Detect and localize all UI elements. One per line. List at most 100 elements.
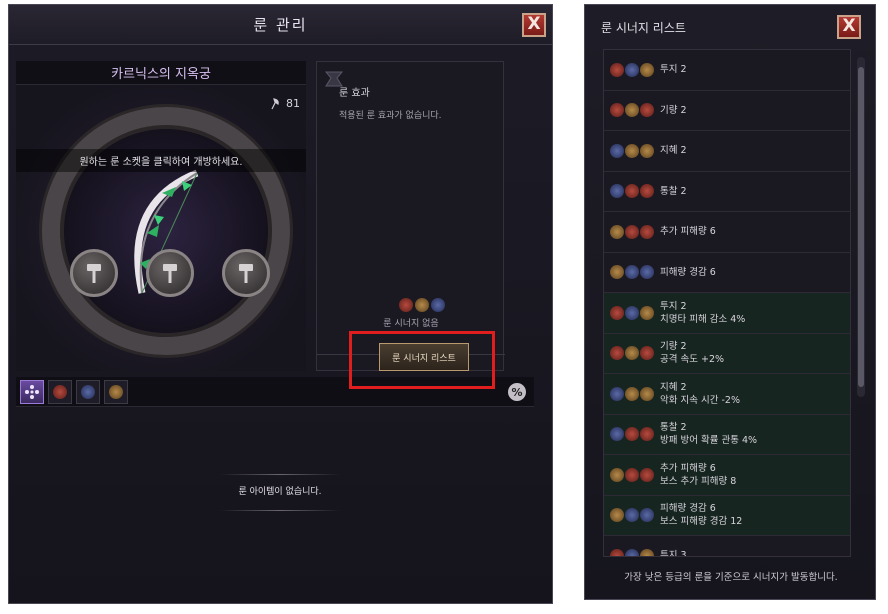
- gold-rune-icon: [625, 386, 639, 401]
- list-item[interactable]: 기량 2: [604, 90, 850, 131]
- synergy-text: 기량 2: [660, 104, 687, 117]
- rune-icons: [610, 305, 654, 320]
- list-item[interactable]: 피해량 경감 6: [604, 252, 850, 293]
- gold-rune-icon: [640, 548, 654, 556]
- blue-rune-icon: [610, 184, 624, 199]
- list-item[interactable]: 피해량 경감 6 보스 피해량 경감 12: [604, 495, 850, 536]
- blue-rune-icon: [625, 548, 639, 556]
- rune-icons: [610, 386, 654, 401]
- red-rune-icon: [610, 103, 624, 118]
- red-rune-icon: [610, 62, 624, 77]
- synergy-text: 추가 피해량 6 보스 추가 피해량 8: [660, 462, 736, 488]
- synergy-effect: 악화 지속 시간 -2%: [660, 394, 740, 406]
- synergy-name: 추가 피해량 6: [660, 462, 716, 474]
- close-button[interactable]: X: [522, 13, 546, 37]
- synergy-name: 추가 피해량 6: [660, 226, 716, 238]
- list-item[interactable]: 기량 2 공격 속도 +2%: [604, 333, 850, 374]
- scrollbar-thumb[interactable]: [858, 67, 864, 387]
- gold-rune-icon: [109, 384, 123, 399]
- no-rune-items: 룬 아이템이 없습니다.: [238, 487, 322, 497]
- gold-rune-icon: [640, 143, 654, 158]
- rune-effect-panel: 룬 효과 적용된 룬 효과가 없습니다. 룬 시너지 없음: [316, 61, 505, 371]
- red-rune-icon: [640, 103, 654, 118]
- synergy-name: 지혜 2: [660, 381, 687, 393]
- synergy-text: 통찰 2: [660, 185, 687, 198]
- hammer-icon: [163, 264, 177, 283]
- synergy-list-window: 룬 시너지 리스트 X 투지 2 기량 2 지혜 2 통찰 2 추가 피해량 6 피해량 …: [584, 4, 876, 600]
- list-item[interactable]: 투지 2: [604, 50, 850, 91]
- gold-rune-icon: [415, 298, 429, 312]
- red-rune-icon: [640, 184, 654, 199]
- rune-socket-2[interactable]: [146, 249, 194, 297]
- close-button[interactable]: X: [837, 15, 861, 39]
- red-rune-icon: [625, 427, 639, 442]
- rune-icons: [610, 467, 654, 482]
- synergy-text: 투지 2 치명타 피해 감소 4%: [660, 300, 745, 326]
- blue-rune-icon: [431, 298, 445, 312]
- list-item[interactable]: 통찰 2: [604, 171, 850, 212]
- item-level: 81: [270, 97, 300, 110]
- scrollbar[interactable]: [857, 57, 865, 397]
- list-item[interactable]: 투지 2 치명타 피해 감소 4%: [604, 293, 850, 334]
- hammer-icon: [87, 264, 101, 283]
- gold-rune-icon: [610, 508, 624, 523]
- synergy-name: 통찰 2: [660, 422, 687, 434]
- synergy-empty: 룬 시너지 없음: [383, 319, 439, 329]
- synergy-text: 추가 피해량 6: [660, 225, 716, 238]
- synergy-name: 피해량 경감 6: [660, 503, 716, 515]
- red-rune-icon: [640, 224, 654, 239]
- list-item[interactable]: 지혜 2: [604, 131, 850, 172]
- rune-icons: [610, 548, 654, 556]
- synergy-text: 지혜 2: [660, 144, 687, 157]
- synergy-text: 통찰 2 방패 방어 확률 관통 4%: [660, 421, 757, 447]
- blue-rune-icon: [625, 265, 639, 280]
- tab-gold-rune[interactable]: [104, 379, 128, 404]
- weapon-name-bar: 카르닉스의 지옥궁: [16, 61, 306, 85]
- percent-button[interactable]: %: [508, 383, 526, 401]
- red-rune-icon: [625, 467, 639, 482]
- list-item[interactable]: 통찰 2 방패 방어 확률 관통 4%: [604, 414, 850, 455]
- synergy-text: 지혜 2 악화 지속 시간 -2%: [660, 381, 740, 407]
- synergy-text: 기량 2 공격 속도 +2%: [660, 340, 724, 366]
- all-runes-icon: [25, 384, 39, 399]
- synergy-name: 통찰 2: [660, 185, 687, 197]
- red-rune-icon: [640, 467, 654, 482]
- synergy-effect: 보스 추가 피해량 8: [660, 475, 737, 487]
- blue-rune-icon: [640, 508, 654, 523]
- synergy-name: 투지 3: [660, 550, 687, 557]
- rune-filter-tabs: %: [16, 377, 534, 407]
- rune-socket-1[interactable]: [70, 249, 118, 297]
- synergy-name: 기량 2: [660, 341, 687, 353]
- rune-effect-empty: 적용된 룬 효과가 없습니다.: [339, 111, 442, 121]
- synergy-name: 피해량 경감 6: [660, 266, 716, 278]
- list-item[interactable]: 투지 3: [604, 536, 850, 557]
- synergy-effect: 공격 속도 +2%: [660, 354, 725, 366]
- rune-socket-3[interactable]: [222, 249, 270, 297]
- socket-hint: 원하는 룬 소켓을 클릭하여 개방하세요.: [16, 149, 306, 172]
- list-item[interactable]: 추가 피해량 6 보스 추가 피해량 8: [604, 455, 850, 496]
- synergy-effect: 방패 방어 확률 관통 4%: [660, 435, 758, 447]
- red-rune-icon: [610, 548, 624, 556]
- tab-blue-rune[interactable]: [76, 379, 100, 404]
- blue-rune-icon: [625, 508, 639, 523]
- red-rune-icon: [625, 224, 639, 239]
- synergy-effect: 보스 피해량 경감 12: [660, 516, 743, 528]
- rune-icons: [610, 427, 654, 442]
- tab-all[interactable]: [20, 379, 44, 404]
- list-item[interactable]: 추가 피해량 6: [604, 212, 850, 253]
- list-item[interactable]: 지혜 2 악화 지속 시간 -2%: [604, 374, 850, 415]
- rune-effect-title: 룬 효과: [339, 88, 370, 99]
- blue-rune-icon: [640, 265, 654, 280]
- hammer-icon: [239, 264, 253, 283]
- red-rune-icon: [53, 384, 67, 399]
- blue-rune-icon: [81, 384, 95, 399]
- red-rune-icon: [610, 346, 624, 361]
- red-rune-icon: [610, 305, 624, 320]
- window-title: 룬 관리: [253, 16, 308, 34]
- rune-icons: [610, 346, 654, 361]
- item-level-value: 81: [286, 97, 300, 110]
- synergy-list-button[interactable]: 룬 시너지 리스트: [379, 343, 469, 371]
- gold-rune-icon: [610, 224, 624, 239]
- synergy-footer: 가장 낮은 등급의 룬을 기준으로 시너지가 발동합니다.: [624, 572, 838, 583]
- tab-red-rune[interactable]: [48, 379, 72, 404]
